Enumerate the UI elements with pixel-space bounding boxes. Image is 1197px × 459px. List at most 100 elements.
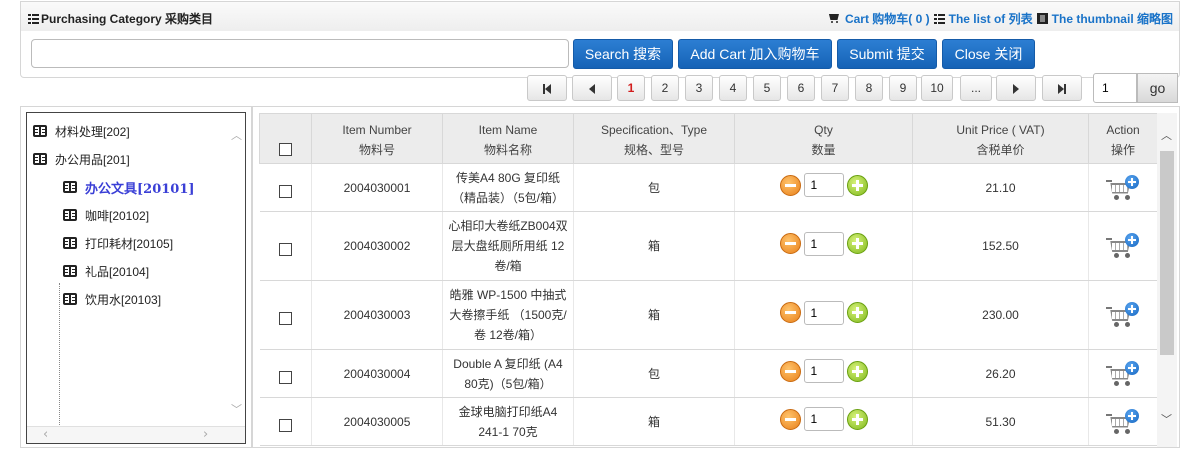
tree-vertical-scrollbar[interactable]: ︿ ﹀ [228, 113, 245, 427]
add-cart-button[interactable]: Add Cart 加入购物车 [678, 39, 832, 69]
add-to-cart-icon[interactable] [1106, 232, 1140, 260]
item-name-line: 传美A4 80G 复印纸 [455, 170, 561, 185]
grid-scroll-up-icon[interactable]: ︿ [1161, 127, 1172, 143]
row-checkbox[interactable] [278, 370, 292, 384]
item-name-line: Double A 复印纸 (A4 [453, 356, 563, 371]
page-button-8[interactable]: 8 [855, 75, 883, 101]
tree-item[interactable]: 礼品[20104] [63, 261, 149, 281]
page-button-10[interactable]: 10 [921, 75, 953, 101]
plus-icon[interactable] [846, 302, 868, 324]
prev-page-button[interactable] [572, 75, 612, 101]
tree-item[interactable]: 办公用品[201] [33, 149, 130, 169]
product-table: Item Number 物料号 Item Name 物料名称 Specificati… [259, 113, 1158, 446]
page-button-2[interactable]: 2 [651, 75, 679, 101]
category-tree: 材料处理[202] 办公用品[201] 办公文具[20101] 咖啡[20102] 打印… [26, 112, 246, 444]
table-row: 2004030004 Double A 复印纸 (A4 80克)（5包/箱） 包 26.… [259, 349, 1158, 398]
tree-item[interactable]: 咖啡[20102] [63, 205, 149, 225]
price-cell: 21.10 [912, 163, 1089, 212]
plus-icon[interactable] [846, 360, 868, 382]
row-checkbox[interactable] [278, 243, 292, 257]
chevron-down-icon[interactable]: ﹀ [231, 401, 242, 417]
search-button[interactable]: Search 搜索 [573, 39, 673, 69]
item-number-header: Item Number 物料号 [311, 113, 443, 164]
quantity-input[interactable] [803, 300, 844, 325]
search-input[interactable] [31, 39, 569, 68]
row-select-cell [259, 280, 312, 350]
row-checkbox[interactable] [278, 312, 292, 326]
thumbnail-view-label: The thumbnail 缩略图 [1051, 12, 1173, 26]
page-button-7[interactable]: 7 [821, 75, 849, 101]
page-button-4[interactable]: 4 [719, 75, 747, 101]
tree-item-label: 打印耗材[20105] [85, 236, 174, 251]
grid-scroll-thumb[interactable] [1160, 151, 1174, 355]
row-select-cell [259, 349, 312, 398]
select-all-checkbox[interactable] [279, 143, 292, 157]
book-icon [63, 265, 77, 277]
item-name-cell: Double A 复印纸 (A4 80克)（5包/箱） [442, 349, 574, 398]
add-to-cart-icon[interactable] [1106, 360, 1140, 388]
chevron-up-icon[interactable]: ︿ [231, 127, 242, 143]
list-view-icon [933, 13, 945, 24]
row-select-cell [259, 211, 312, 281]
thumbnail-view-link[interactable]: The thumbnail 缩略图 [1036, 10, 1173, 27]
book-icon [63, 237, 77, 249]
plus-icon[interactable] [846, 174, 868, 196]
minus-icon[interactable] [779, 233, 801, 255]
close-button[interactable]: Close 关闭 [942, 39, 1035, 69]
plus-icon[interactable] [846, 233, 868, 255]
qty-cell [734, 163, 913, 212]
quantity-input[interactable] [803, 173, 844, 198]
quantity-input[interactable] [803, 231, 844, 256]
minus-icon[interactable] [779, 174, 801, 196]
tree-item-label: 咖啡[20102] [85, 208, 150, 223]
action-cell [1088, 211, 1158, 281]
page-button-3[interactable]: 3 [685, 75, 713, 101]
list-view-link[interactable]: The list of 列表 [933, 10, 1033, 27]
list-view-label: The list of 列表 [948, 12, 1033, 26]
minus-icon[interactable] [779, 408, 801, 430]
row-checkbox[interactable] [278, 184, 292, 198]
tree-item-label: 礼品[20104] [85, 264, 150, 279]
scroll-left-icon[interactable]: ‹ [43, 427, 48, 442]
quantity-input[interactable] [803, 407, 844, 432]
page-jump-input[interactable] [1093, 73, 1137, 103]
item-name-line: 心相印大卷纸ZB004双 [448, 219, 568, 233]
spec-cell: 包 [573, 163, 735, 212]
action-cell [1088, 349, 1158, 398]
page-button-5[interactable]: 5 [753, 75, 781, 101]
add-to-cart-icon[interactable] [1106, 174, 1140, 202]
plus-icon[interactable] [846, 408, 868, 430]
view-links: Cart 购物车( 0 ) The list of 列表 The thumbna… [828, 10, 1173, 27]
item-number-cell: 2004030005 [311, 397, 443, 446]
tree-item-label: 饮用水[20103] [85, 292, 162, 307]
table-row: 2004030003 皓雅 WP-1500 中抽式 大卷擦手纸 （1500克/卷 1… [259, 280, 1158, 350]
grid-scroll-down-icon[interactable]: ﹀ [1161, 411, 1172, 427]
first-page-button[interactable] [527, 75, 567, 101]
item-name-line: 金球电脑打印纸A4 [458, 404, 558, 419]
spec-cell: 包 [573, 349, 735, 398]
page-button-6[interactable]: 6 [787, 75, 815, 101]
cart-link[interactable]: Cart 购物车( 0 ) [845, 10, 930, 27]
submit-button[interactable]: Submit 提交 [837, 39, 937, 69]
qty-cell [734, 349, 913, 398]
go-button[interactable]: go [1137, 73, 1178, 103]
tree-item[interactable]: 饮用水[20103] [63, 289, 161, 309]
table-row: 2004030001 传美A4 80G 复印纸 （精品装）（5包/箱） 包 21.10 [259, 163, 1158, 212]
minus-icon[interactable] [779, 360, 801, 382]
minus-icon[interactable] [779, 302, 801, 324]
next-page-button[interactable] [996, 75, 1036, 101]
scroll-right-icon[interactable]: › [203, 427, 208, 442]
tree-horizontal-scrollbar[interactable]: ‹ › [27, 426, 245, 443]
row-checkbox[interactable] [278, 418, 292, 432]
grid-vertical-scrollbar[interactable]: ︿ ﹀ [1157, 113, 1177, 447]
page-button-9[interactable]: 9 [889, 75, 917, 101]
add-to-cart-icon[interactable] [1106, 408, 1140, 436]
quantity-input[interactable] [803, 359, 844, 384]
add-to-cart-icon[interactable] [1106, 301, 1140, 329]
tree-item[interactable]: 材料处理[202] [33, 121, 130, 141]
page-button-1[interactable]: 1 [617, 75, 645, 101]
tree-item[interactable]: 打印耗材[20105] [63, 233, 173, 253]
page-ellipsis-button[interactable]: ... [960, 75, 992, 101]
tree-item[interactable]: 办公文具[20101] [63, 177, 195, 197]
last-page-button[interactable] [1042, 75, 1082, 101]
